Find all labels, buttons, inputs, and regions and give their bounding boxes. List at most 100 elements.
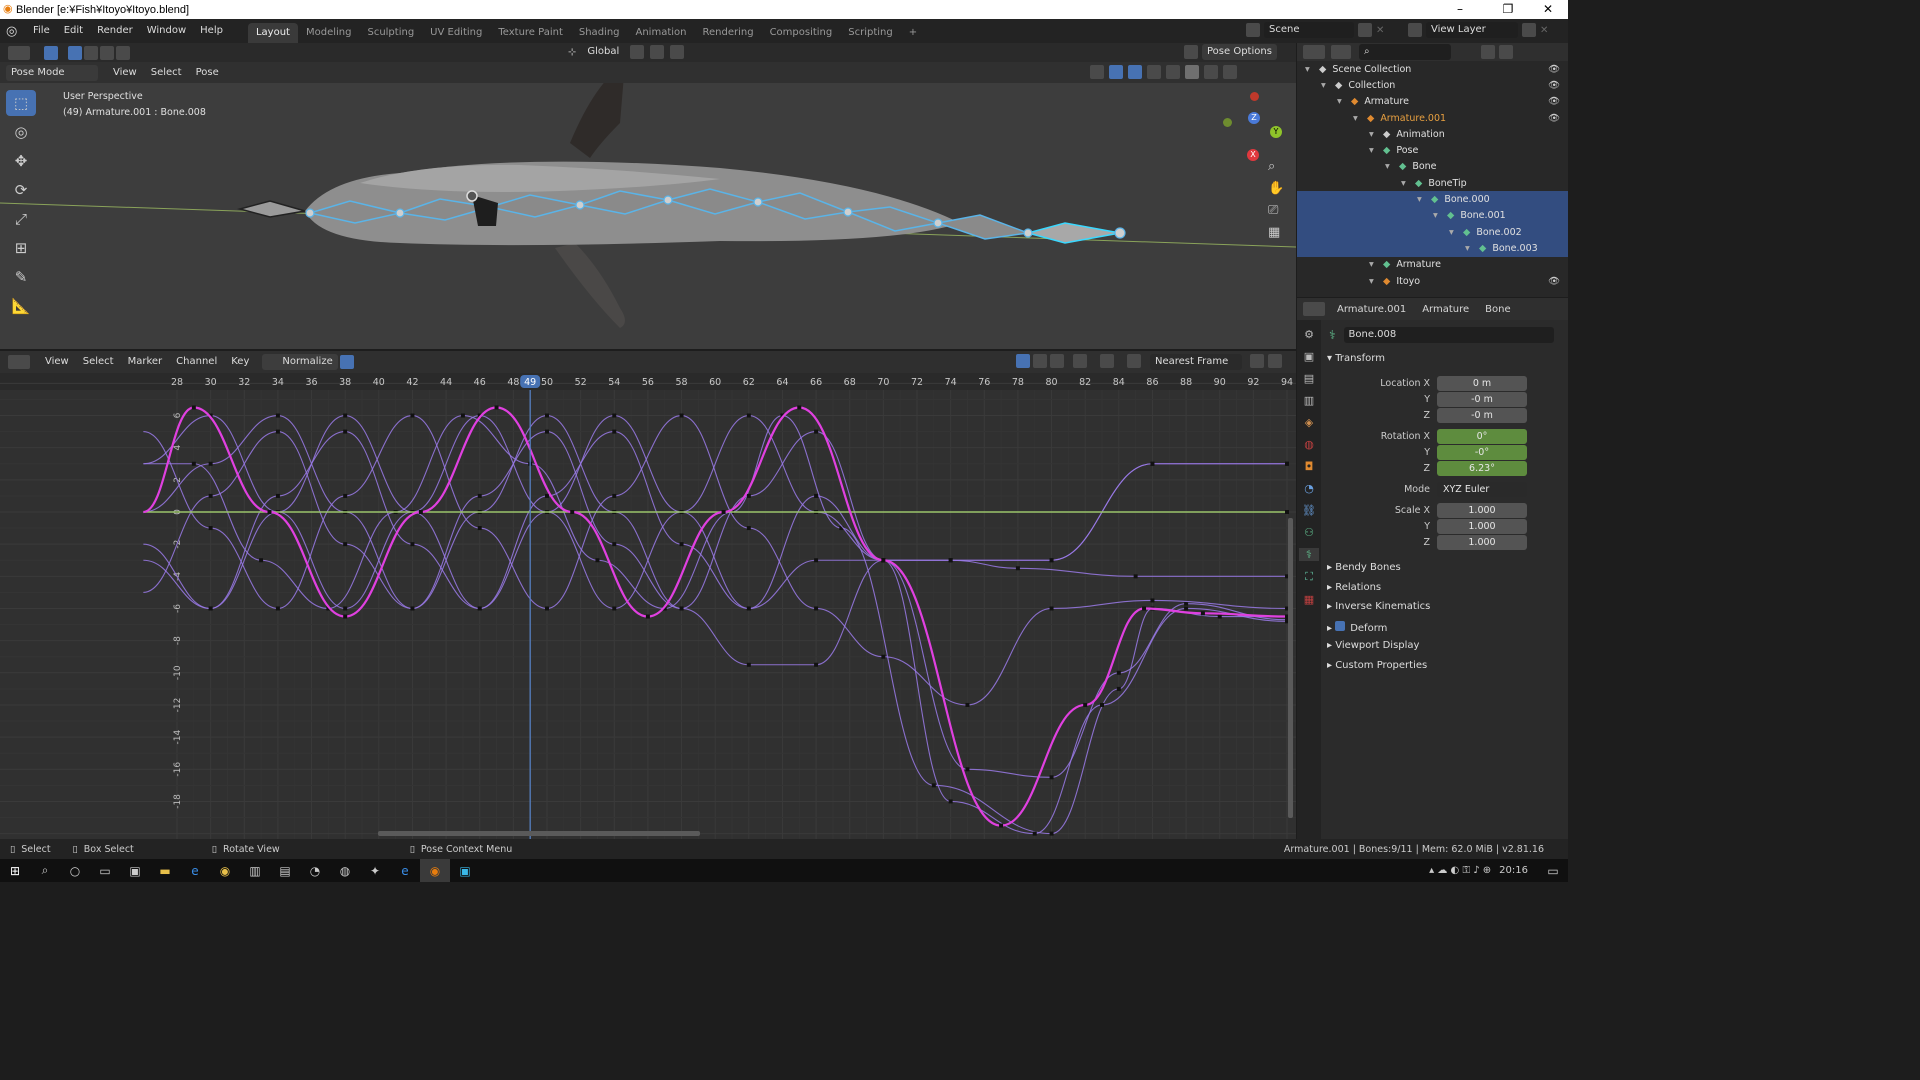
keyframe-point[interactable] (410, 606, 415, 611)
scale-x-field[interactable]: 1.000 (1437, 502, 1527, 518)
cortana-icon[interactable]: ○ (60, 859, 90, 882)
keyframe-point[interactable] (208, 493, 213, 498)
view-layer-icon[interactable] (1408, 23, 1422, 37)
rendered-shading-icon[interactable] (1223, 65, 1237, 79)
gizmo-toggle-icon[interactable] (1109, 65, 1123, 79)
keyframe-point[interactable] (746, 413, 751, 418)
properties-editor-type-icon[interactable] (1303, 302, 1325, 316)
task-view-icon[interactable]: ▭ (90, 859, 120, 882)
keyframe-point[interactable] (275, 606, 280, 611)
breadcrumb-item[interactable]: Bone (1485, 304, 1510, 315)
select-tool-icon[interactable]: ⬚ (6, 90, 36, 116)
falloff-icon[interactable] (1268, 354, 1282, 368)
keyframe-point[interactable] (612, 429, 617, 434)
outliner-editor-type-icon[interactable] (1303, 45, 1325, 59)
transform-orientation-dropdown[interactable]: Global (582, 44, 625, 60)
workspace-tab-rendering[interactable]: Rendering (694, 23, 761, 43)
outliner-search-input[interactable]: ⌕ (1359, 44, 1451, 60)
outliner-row[interactable]: ▾ ◆ Bone (1297, 159, 1568, 175)
minimize-button[interactable]: – (1440, 0, 1480, 19)
location-z-field[interactable]: -0 m (1437, 407, 1527, 423)
graph-menu-select[interactable]: Select (76, 350, 121, 374)
delete-view-layer-icon[interactable]: ✕ (1540, 25, 1548, 36)
edge-icon[interactable]: e (180, 859, 210, 882)
pose-options-dropdown[interactable]: Pose Options (1202, 44, 1277, 60)
app-icon-5[interactable]: ✦ (360, 859, 390, 882)
annotate-tool-icon[interactable]: ✎ (6, 264, 36, 290)
keyframe-point[interactable] (343, 429, 348, 434)
tray-icons[interactable]: ▴ ☁ ◐ ⚿ ♪ ⊕ (1429, 865, 1491, 876)
keyframe-point[interactable] (1116, 686, 1121, 691)
keyframe-point[interactable] (1100, 702, 1104, 707)
outliner-expand-icon[interactable]: ▾ (1369, 259, 1379, 270)
outliner-expand-icon[interactable]: ▾ (1369, 276, 1379, 287)
gizmo-z-axis[interactable]: Z (1248, 112, 1260, 124)
camera-view-icon[interactable]: ⎚ (1268, 203, 1284, 218)
clock[interactable]: 20:16 (1499, 865, 1528, 876)
visibility-eye-icon[interactable]: 👁 (1548, 64, 1560, 75)
scale-y-field[interactable]: 1.000 (1437, 518, 1527, 534)
graph-menu-view[interactable]: View (38, 350, 76, 374)
workspace-tab-layout[interactable]: Layout (247, 23, 298, 43)
proportional-edit-icon[interactable] (670, 45, 685, 59)
outliner-expand-icon[interactable]: ▾ (1305, 64, 1315, 75)
keyframe-point[interactable] (418, 510, 423, 514)
bone-constraint-tab-icon[interactable]: ⛶ (1305, 570, 1313, 584)
keyframe-point[interactable] (545, 493, 549, 498)
keyframe-point[interactable] (814, 606, 819, 611)
blender-menu-icon[interactable]: ◎ (6, 24, 26, 39)
workspace-tab-scripting[interactable]: Scripting (840, 23, 900, 43)
outliner-row[interactable]: ▾ ◆ Bone.003 (1297, 240, 1568, 257)
keyframe-point[interactable] (208, 461, 213, 466)
maximize-button[interactable]: ❐ (1488, 0, 1528, 19)
menu-window[interactable]: Window (140, 19, 193, 43)
outliner-row[interactable]: ▾ ◆ BoneTip (1297, 175, 1568, 191)
keyframe-point[interactable] (545, 429, 549, 434)
keyframe-point[interactable] (1049, 606, 1054, 611)
keyframe-point[interactable] (1015, 566, 1020, 571)
notification-icon[interactable]: ▭ (1538, 859, 1568, 882)
keyframe-point[interactable] (545, 413, 549, 418)
windows-start-icon[interactable]: ⊞ (0, 859, 30, 882)
snap-icon[interactable] (650, 45, 665, 59)
scale-z-field[interactable]: 1.000 (1437, 534, 1527, 550)
display-mode-icon[interactable] (1331, 45, 1351, 59)
keyframe-point[interactable] (460, 413, 465, 418)
interaction-mode-dropdown[interactable]: Pose Mode (6, 64, 98, 81)
keyframe-point[interactable] (191, 405, 196, 410)
keyframe-point[interactable] (1200, 611, 1205, 616)
outliner-filter-icon[interactable] (1481, 45, 1495, 59)
workspace-tab-compositing[interactable]: Compositing (762, 23, 841, 43)
keyframe-point[interactable] (595, 558, 600, 563)
pivot-icon[interactable] (1127, 354, 1141, 368)
graph-menu-marker[interactable]: Marker (121, 350, 170, 374)
viewport-menu-select[interactable]: Select (144, 61, 189, 85)
keyframe-point[interactable] (1049, 775, 1054, 780)
chrome-icon[interactable]: ◉ (210, 859, 240, 882)
outliner-row[interactable]: ▾ ◆ Armature.001 👁 (1297, 110, 1568, 126)
scene-selector[interactable]: Scene (1264, 22, 1354, 38)
outliner-row[interactable]: ▾ ◆ Bone.000 (1297, 191, 1568, 208)
keyframe-point[interactable] (1116, 670, 1121, 675)
outliner-expand-icon[interactable]: ▾ (1385, 161, 1395, 172)
pan-hand-icon[interactable]: ✋ (1268, 181, 1284, 196)
outliner-row[interactable]: ▾ ◆ Pose (1297, 142, 1568, 158)
outliner-expand-icon[interactable]: ▾ (1401, 178, 1411, 189)
menu-edit[interactable]: Edit (57, 19, 90, 43)
keyframe-point[interactable] (612, 542, 617, 547)
keyframe-point[interactable] (1049, 831, 1054, 836)
graph-editor-type-icon[interactable] (8, 355, 30, 369)
keyframe-point[interactable] (679, 542, 684, 547)
scene-icon[interactable] (1246, 23, 1260, 37)
keyframe-point[interactable] (275, 429, 280, 434)
location-x-field[interactable]: 0 m (1437, 375, 1527, 391)
keyframe-point[interactable] (1032, 831, 1037, 836)
outliner-expand-icon[interactable]: ▾ (1337, 96, 1347, 107)
keyframe-point[interactable] (343, 614, 348, 619)
location-y-field[interactable]: -0 m (1437, 391, 1527, 407)
perspective-grid-icon[interactable]: ▦ (1268, 225, 1284, 240)
new-collection-icon[interactable] (1499, 45, 1513, 59)
gizmo-y-axis[interactable]: Y (1270, 126, 1282, 138)
keyframe-point[interactable] (814, 558, 819, 563)
panel-viewport-display[interactable]: ▸ Viewport Display (1327, 640, 1419, 651)
